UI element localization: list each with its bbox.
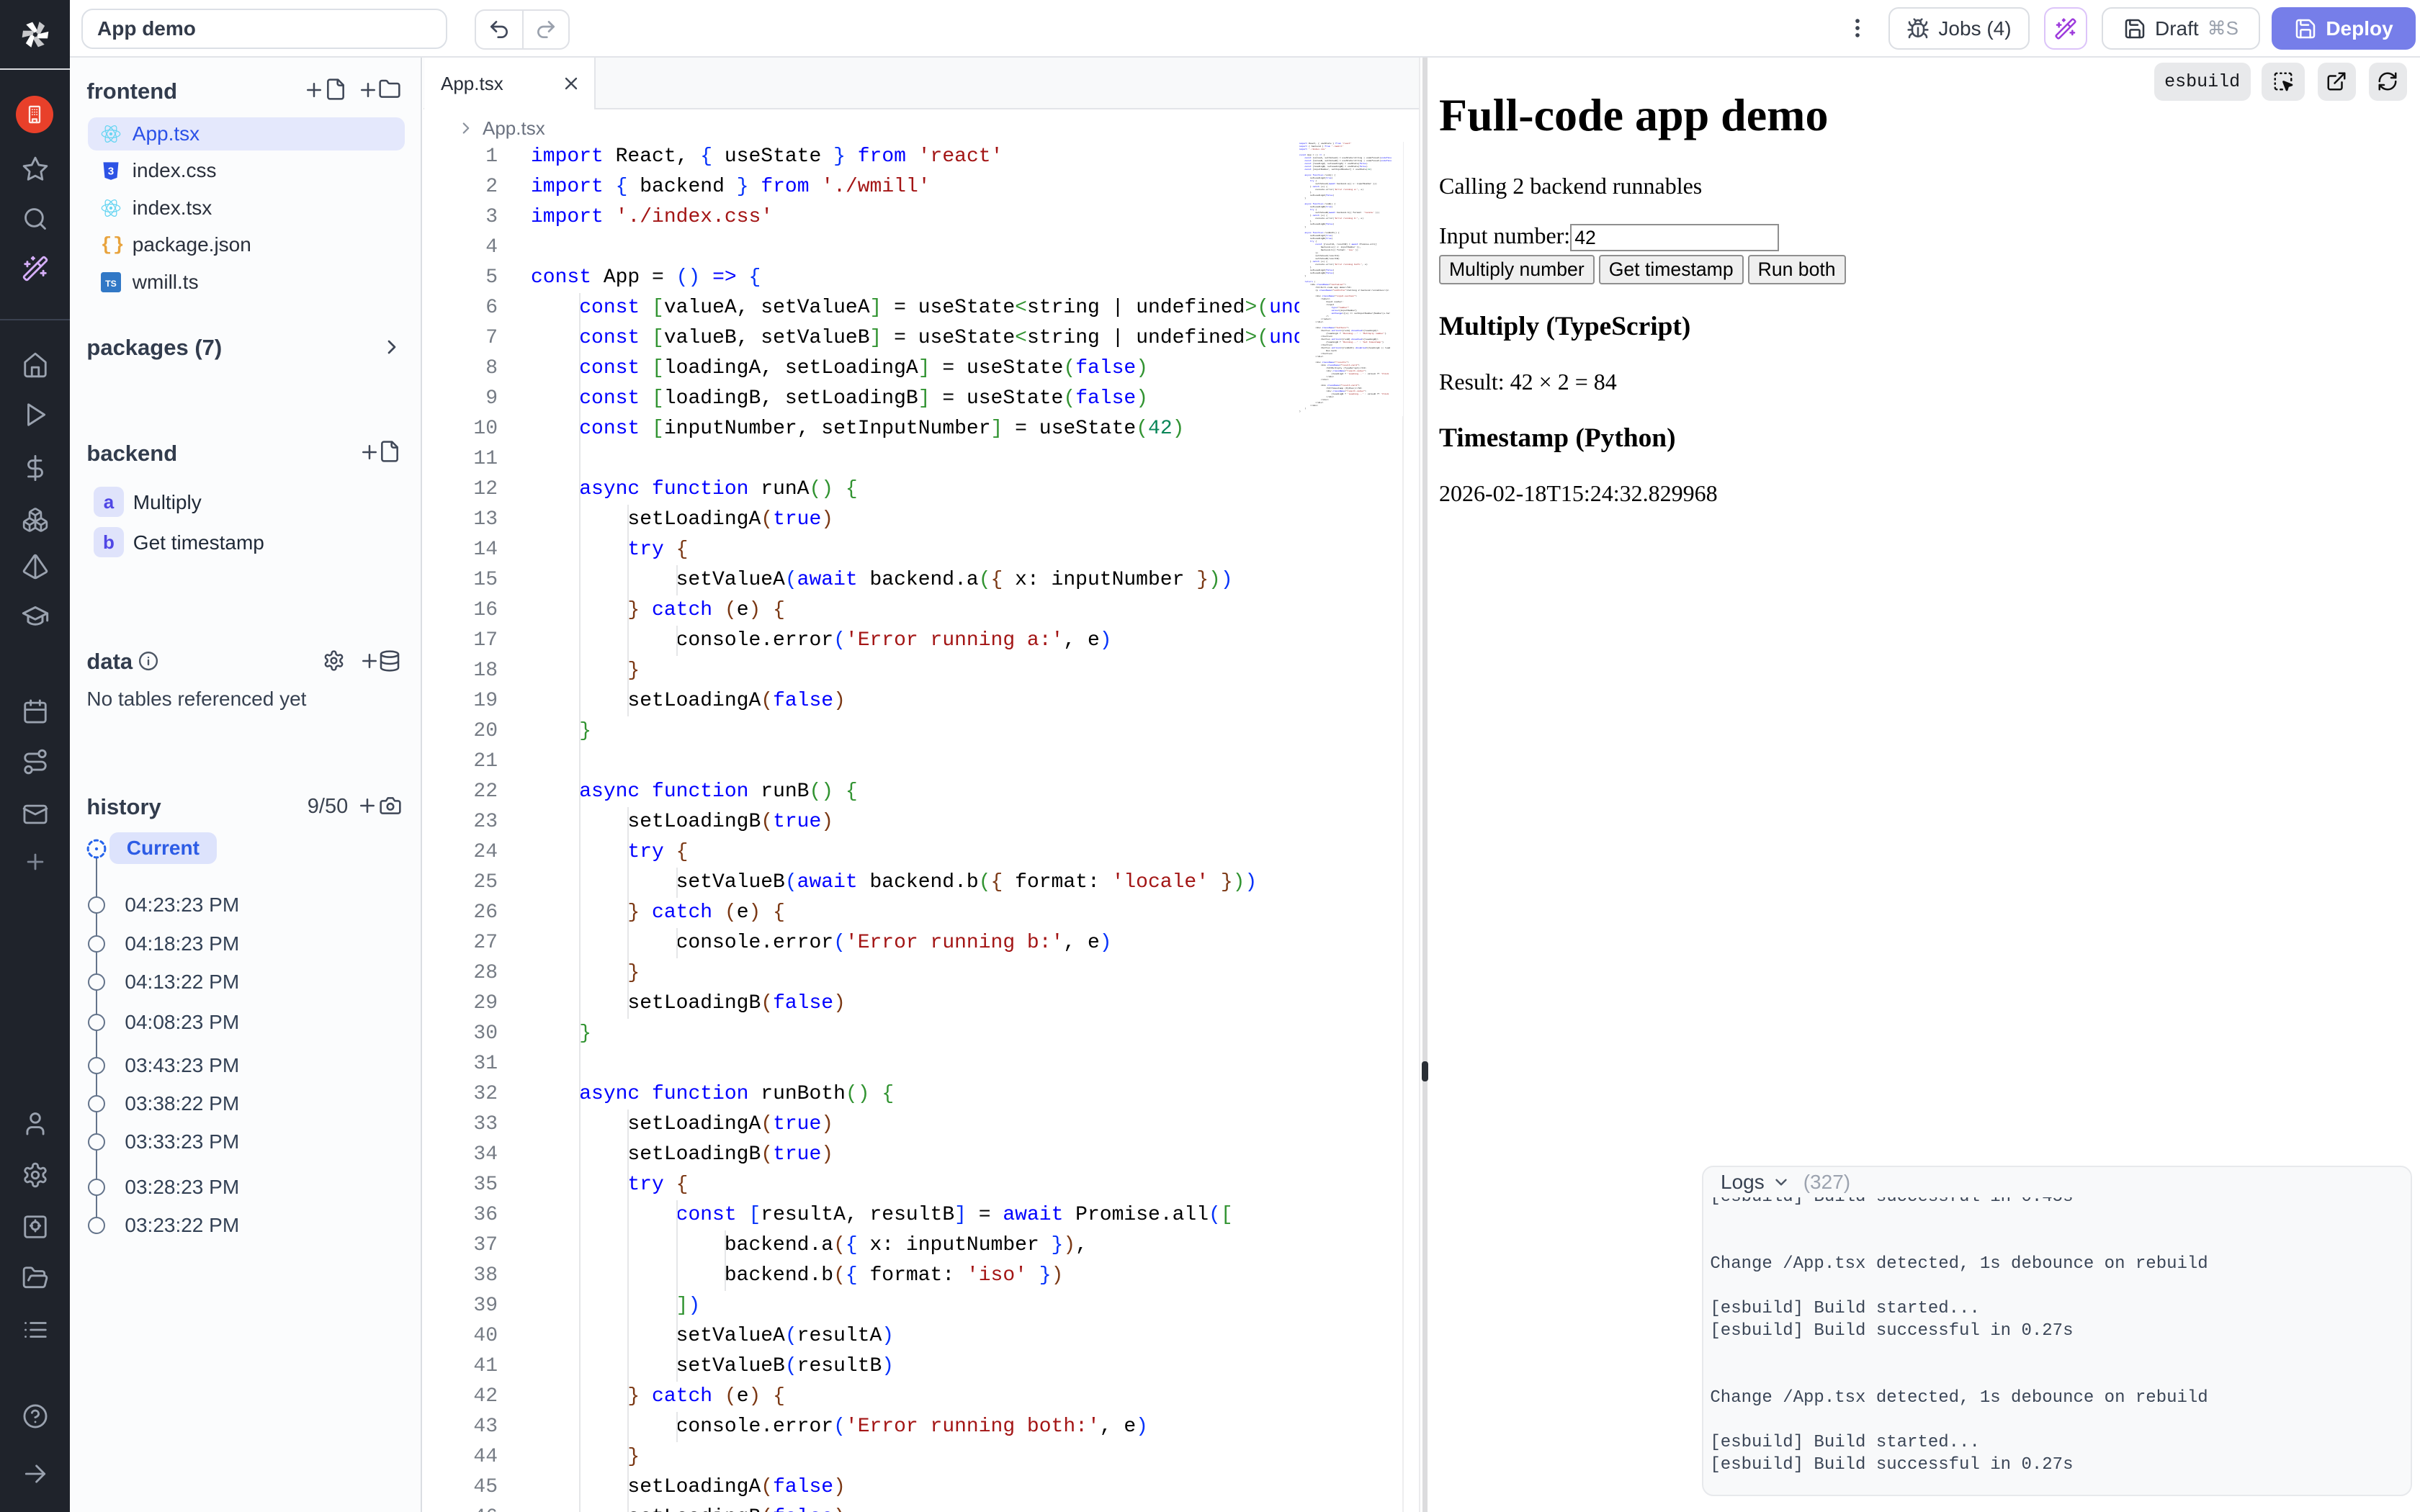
svg-text:TS: TS	[105, 278, 117, 288]
svg-text:3: 3	[108, 166, 114, 178]
